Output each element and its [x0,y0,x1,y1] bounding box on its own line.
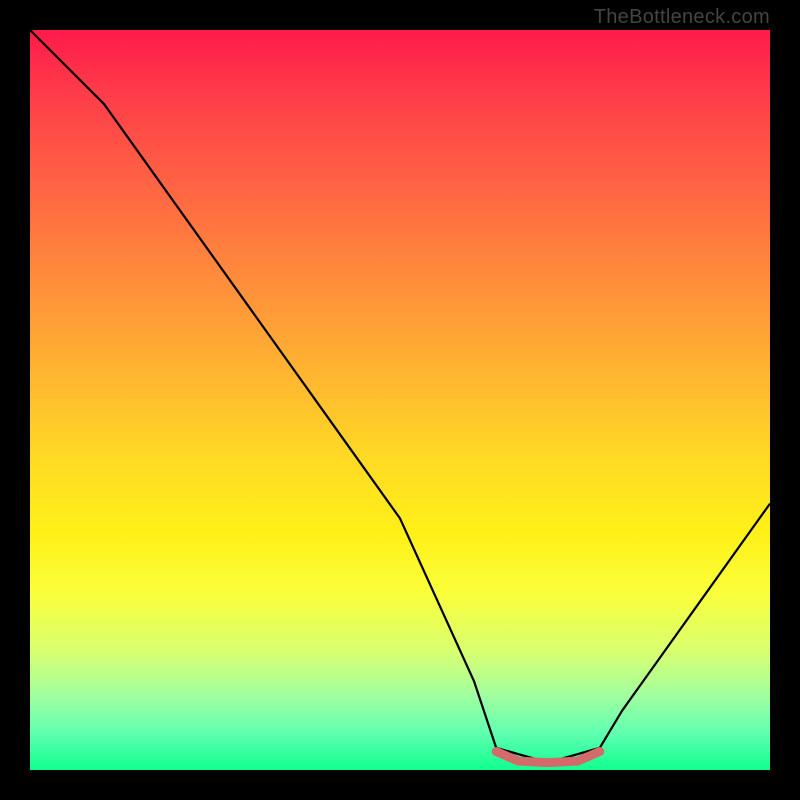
plot-area [30,30,770,770]
chart-container: TheBottleneck.com [0,0,800,800]
curve-layer [30,30,770,770]
watermark-text: TheBottleneck.com [594,6,770,29]
bottleneck-curve [30,30,770,763]
